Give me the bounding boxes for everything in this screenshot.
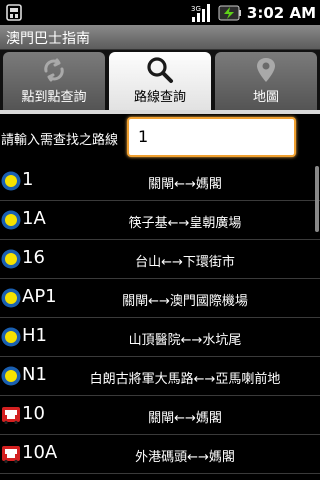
route-row[interactable]: 1A 筷子基←→皇朝廣場 [0,201,320,240]
battery-charging-icon [218,5,241,20]
tab-route-search[interactable]: 路線查詢 [109,52,211,110]
bus-stop-icon [1,366,21,386]
route-number: 16 [22,247,45,268]
search-label: 請輸入需查找之路線 [1,133,119,148]
route-description: 外港碼頭←→媽閣 [135,450,235,465]
route-description: 關閘←→媽閣 [148,411,222,426]
tab-label: 地圖 [252,90,279,105]
tab-map[interactable]: 地圖 [215,52,317,110]
scrollbar[interactable] [315,166,319,232]
route-row[interactable]: 10 關閘←→媽閣 [0,396,320,435]
route-search-input[interactable]: 1 [127,117,296,157]
notification-icon [6,4,22,21]
signal-icon: 3G [191,3,210,22]
bus-stop-icon [1,171,21,191]
tab-underline [0,110,320,114]
route-description: 白朗古將軍大馬路←→亞馬喇前地 [89,372,281,387]
search-row: 請輸入需查找之路線 1 [0,116,320,162]
route-row[interactable]: 10A 外港碼頭←→媽閣 [0,435,320,474]
route-number: 10A [22,442,58,463]
bus-stop-icon [1,327,21,347]
bus-stop-icon [1,249,21,269]
tab-label: 路線查詢 [133,90,186,105]
route-number: 10 [22,403,45,424]
clock: 3:02 AM [246,3,316,22]
network-type-label: 3G [191,5,201,13]
tab-label: 點到點查詢 [21,90,87,105]
route-description: 關閘←→媽閣 [148,177,222,192]
bus-stop-icon [1,288,21,308]
route-row[interactable]: AP1 關閘←→澳門國際機場 [0,279,320,318]
route-list: 1 關閘←→媽閣 1A 筷子基←→皇朝廣場 16 台山←→下環街市 AP1 關閘←→澳門國際機… [0,162,320,480]
route-description: 山頂醫院←→水坑尾 [128,333,242,348]
route-description: 筷子基←→皇朝廣場 [128,216,242,231]
search-icon [147,57,173,83]
red-bus-icon [2,446,20,464]
app-title: 澳門巴士指南 [6,31,90,47]
route-number: AP1 [22,286,57,307]
route-description: 台山←→下環街市 [135,255,235,270]
route-number: H1 [22,325,47,346]
status-bar: 3G 3:02 AM [0,0,320,25]
route-number: 1 [22,169,34,190]
title-bar: 澳門巴士指南 [0,25,320,50]
route-row[interactable]: 16 台山←→下環街市 [0,240,320,279]
route-description: 關閘←→澳門國際機場 [122,294,248,309]
route-number: 1A [22,208,46,229]
route-row[interactable]: 1 關閘←→媽閣 [0,162,320,201]
map-pin-icon [257,58,275,82]
red-bus-icon [2,407,20,425]
tab-point-to-point[interactable]: 點到點查詢 [3,52,105,110]
route-number: N1 [22,364,47,385]
swap-arrows-icon [44,58,64,82]
tab-bar: 點到點查詢 路線查詢 地圖 [0,50,320,112]
route-row[interactable]: H1 山頂醫院←→水坑尾 [0,318,320,357]
bus-stop-icon [1,210,21,230]
route-row[interactable]: N1 白朗古將軍大馬路←→亞馬喇前地 [0,357,320,396]
